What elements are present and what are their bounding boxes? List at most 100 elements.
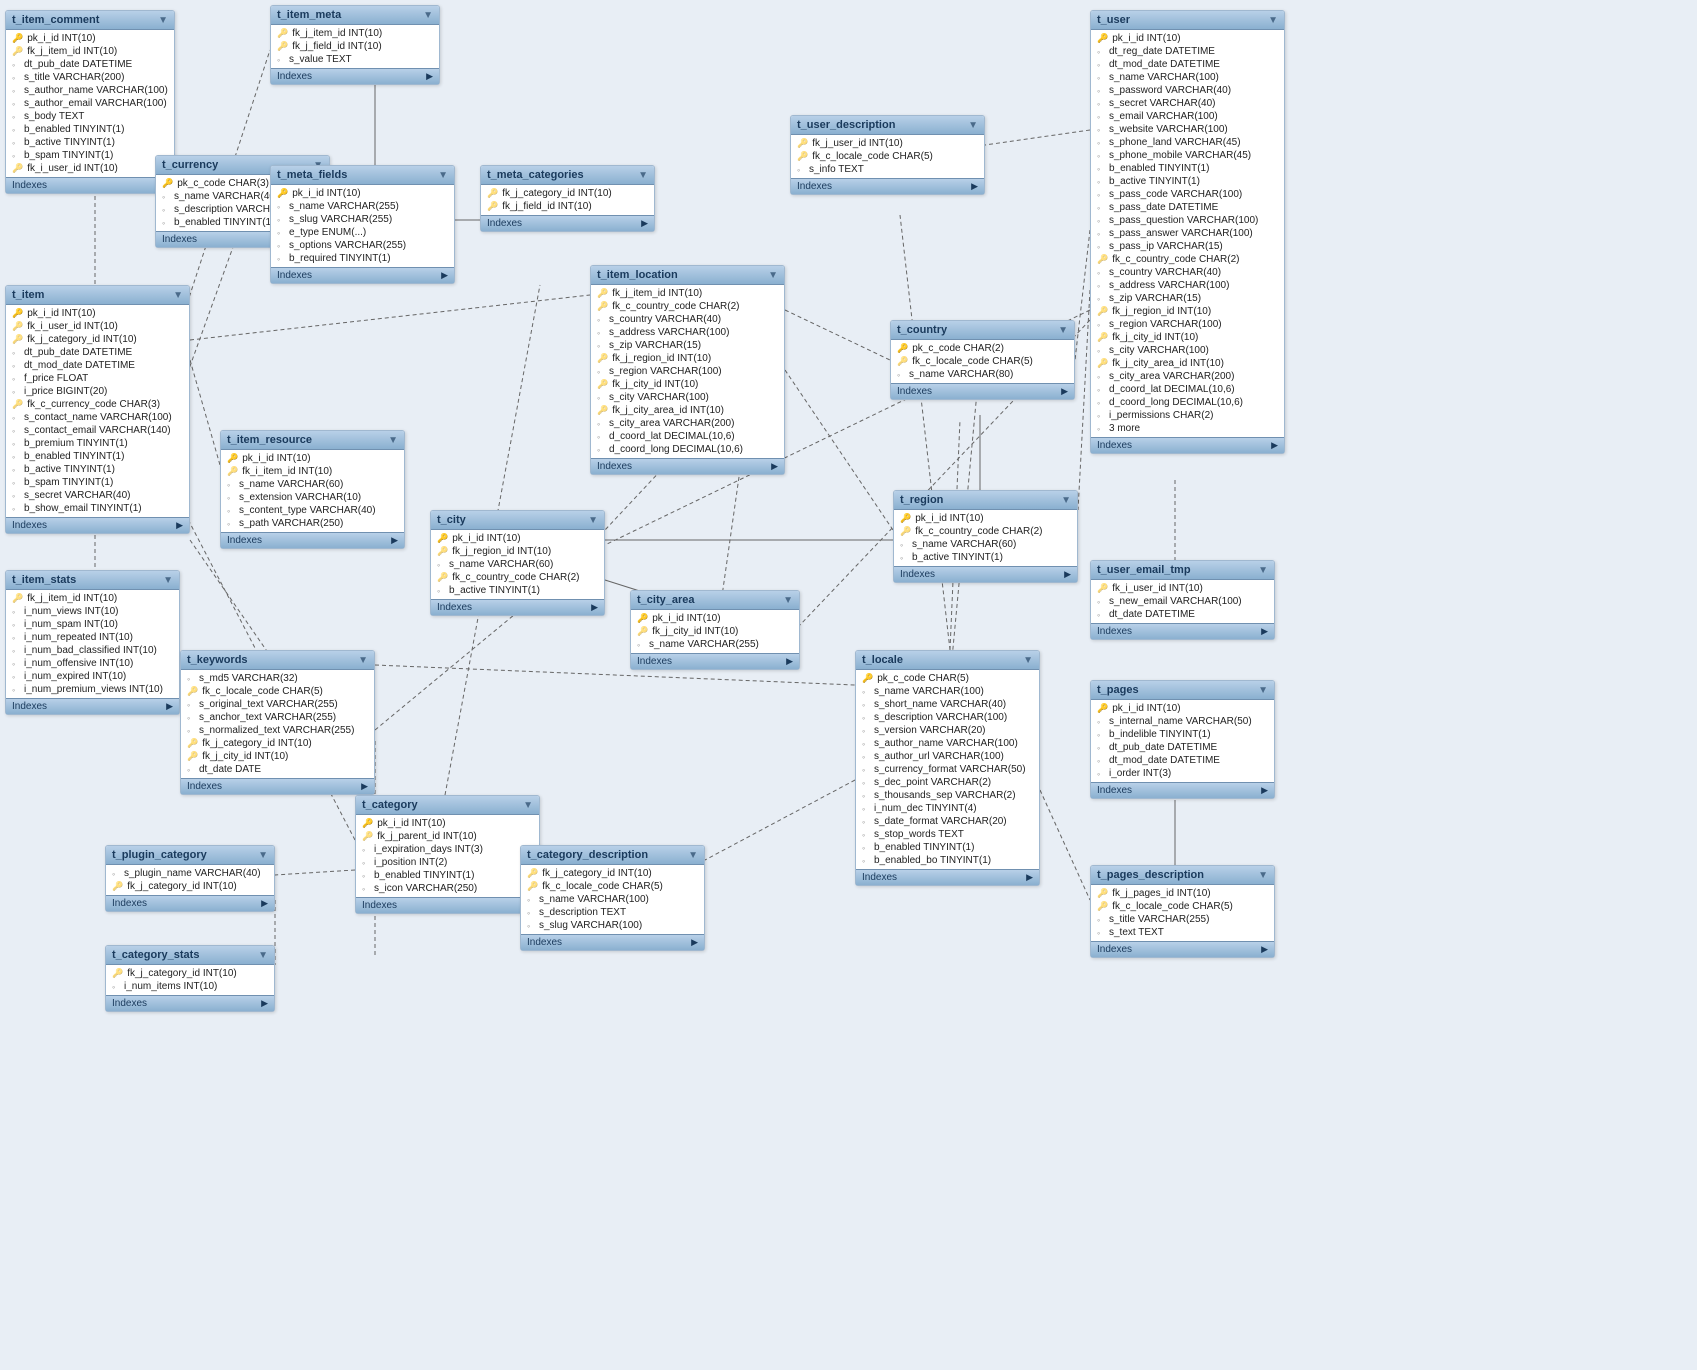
- footer-expand-icon[interactable]: ▶: [691, 937, 698, 948]
- table-footer-t_item_comment[interactable]: Indexes▶: [6, 177, 174, 193]
- footer-expand-icon[interactable]: ▶: [361, 781, 368, 792]
- field-key-icon: 🔑: [637, 626, 648, 637]
- table-footer-t_pages[interactable]: Indexes▶: [1091, 782, 1274, 798]
- footer-expand-icon[interactable]: ▶: [1271, 440, 1278, 451]
- indexes-label: Indexes: [12, 701, 47, 712]
- table-footer-t_pages_description[interactable]: Indexes▶: [1091, 941, 1274, 957]
- table-header-t_pages_description[interactable]: t_pages_description▼: [1091, 866, 1274, 885]
- table-footer-t_city_area[interactable]: Indexes▶: [631, 653, 799, 669]
- filter-icon-t_item_comment[interactable]: ▼: [158, 15, 168, 26]
- table-footer-t_city[interactable]: Indexes▶: [431, 599, 604, 615]
- table-header-t_category_description[interactable]: t_category_description▼: [521, 846, 704, 865]
- table-header-t_item_stats[interactable]: t_item_stats▼: [6, 571, 179, 590]
- table-header-t_category[interactable]: t_category▼: [356, 796, 539, 815]
- table-footer-t_meta_fields[interactable]: Indexes▶: [271, 267, 454, 283]
- footer-expand-icon[interactable]: ▶: [771, 461, 778, 472]
- table-header-t_user_description[interactable]: t_user_description▼: [791, 116, 984, 135]
- filter-icon-t_pages_description[interactable]: ▼: [1258, 870, 1268, 881]
- table-footer-t_user_description[interactable]: Indexes▶: [791, 178, 984, 194]
- footer-expand-icon[interactable]: ▶: [786, 656, 793, 667]
- table-header-t_item_comment[interactable]: t_item_comment▼: [6, 11, 174, 30]
- footer-expand-icon[interactable]: ▶: [391, 535, 398, 546]
- filter-icon-t_item_resource[interactable]: ▼: [388, 435, 398, 446]
- table-footer-t_item_meta[interactable]: Indexes▶: [271, 68, 439, 84]
- table-header-t_city[interactable]: t_city▼: [431, 511, 604, 530]
- table-footer-t_category[interactable]: Indexes▶: [356, 897, 539, 913]
- field-key-icon: 🔑: [900, 513, 911, 524]
- table-header-t_meta_categories[interactable]: t_meta_categories▼: [481, 166, 654, 185]
- footer-expand-icon[interactable]: ▶: [166, 701, 173, 712]
- footer-expand-icon[interactable]: ▶: [1261, 785, 1268, 796]
- field-key-icon: ◦: [227, 480, 235, 490]
- filter-icon-t_keywords[interactable]: ▼: [358, 655, 368, 666]
- table-header-t_item_location[interactable]: t_item_location▼: [591, 266, 784, 285]
- table-header-t_country[interactable]: t_country▼: [891, 321, 1074, 340]
- table-header-t_item_meta[interactable]: t_item_meta▼: [271, 6, 439, 25]
- table-footer-t_user_email_tmp[interactable]: Indexes▶: [1091, 623, 1274, 639]
- table-header-t_pages[interactable]: t_pages▼: [1091, 681, 1274, 700]
- footer-expand-icon[interactable]: ▶: [1261, 944, 1268, 955]
- field-name: s_author_url VARCHAR(100): [874, 751, 1004, 762]
- filter-icon-t_item_location[interactable]: ▼: [768, 270, 778, 281]
- footer-expand-icon[interactable]: ▶: [1064, 569, 1071, 580]
- filter-icon-t_country[interactable]: ▼: [1058, 325, 1068, 336]
- footer-expand-icon[interactable]: ▶: [591, 602, 598, 613]
- field-key-icon: ◦: [1097, 424, 1105, 434]
- table-footer-t_locale[interactable]: Indexes▶: [856, 869, 1039, 885]
- filter-icon-t_city[interactable]: ▼: [588, 515, 598, 526]
- table-header-t_user[interactable]: t_user▼: [1091, 11, 1284, 30]
- table-header-t_region[interactable]: t_region▼: [894, 491, 1077, 510]
- filter-icon-t_category_description[interactable]: ▼: [688, 850, 698, 861]
- table-field: 🔑fk_j_city_area_id INT(10): [591, 404, 784, 417]
- table-footer-t_user[interactable]: Indexes▶: [1091, 437, 1284, 453]
- table-header-t_user_email_tmp[interactable]: t_user_email_tmp▼: [1091, 561, 1274, 580]
- footer-expand-icon[interactable]: ▶: [261, 898, 268, 909]
- table-header-t_item[interactable]: t_item▼: [6, 286, 189, 305]
- field-key-icon: ◦: [527, 921, 535, 931]
- table-header-t_city_area[interactable]: t_city_area▼: [631, 591, 799, 610]
- footer-expand-icon[interactable]: ▶: [1061, 386, 1068, 397]
- filter-icon-t_category[interactable]: ▼: [523, 800, 533, 811]
- footer-expand-icon[interactable]: ▶: [176, 520, 183, 531]
- filter-icon-t_locale[interactable]: ▼: [1023, 655, 1033, 666]
- filter-icon-t_region[interactable]: ▼: [1061, 495, 1071, 506]
- table-header-t_plugin_category[interactable]: t_plugin_category▼: [106, 846, 274, 865]
- footer-expand-icon[interactable]: ▶: [971, 181, 978, 192]
- filter-icon-t_user_description[interactable]: ▼: [968, 120, 978, 131]
- filter-icon-t_meta_categories[interactable]: ▼: [638, 170, 648, 181]
- field-name: s_path VARCHAR(250): [239, 518, 343, 529]
- table-footer-t_item[interactable]: Indexes▶: [6, 517, 189, 533]
- footer-expand-icon[interactable]: ▶: [441, 270, 448, 281]
- footer-expand-icon[interactable]: ▶: [261, 998, 268, 1009]
- table-header-t_category_stats[interactable]: t_category_stats▼: [106, 946, 274, 965]
- footer-expand-icon[interactable]: ▶: [641, 218, 648, 229]
- table-header-t_keywords[interactable]: t_keywords▼: [181, 651, 374, 670]
- table-footer-t_category_stats[interactable]: Indexes▶: [106, 995, 274, 1011]
- table-footer-t_keywords[interactable]: Indexes▶: [181, 778, 374, 794]
- table-footer-t_item_stats[interactable]: Indexes ▶: [6, 698, 179, 714]
- filter-icon-t_category_stats[interactable]: ▼: [258, 950, 268, 961]
- filter-icon-t_item[interactable]: ▼: [173, 290, 183, 301]
- table-header-t_locale[interactable]: t_locale▼: [856, 651, 1039, 670]
- filter-icon-t_city_area[interactable]: ▼: [783, 595, 793, 606]
- filter-icon-t_meta_fields[interactable]: ▼: [438, 170, 448, 181]
- filter-icon-t_user_email_tmp[interactable]: ▼: [1258, 565, 1268, 576]
- table-footer-t_meta_categories[interactable]: Indexes▶: [481, 215, 654, 231]
- table-header-t_item_resource[interactable]: t_item_resource▼: [221, 431, 404, 450]
- table-header-t_meta_fields[interactable]: t_meta_fields▼: [271, 166, 454, 185]
- footer-expand-icon[interactable]: ▶: [1261, 626, 1268, 637]
- table-footer-t_category_description[interactable]: Indexes▶: [521, 934, 704, 950]
- footer-expand-icon[interactable]: ▶: [1026, 872, 1033, 883]
- filter-icon-t_item_stats[interactable]: ▼: [163, 575, 173, 586]
- filter-icon-t_pages[interactable]: ▼: [1258, 685, 1268, 696]
- footer-expand-icon[interactable]: ▶: [426, 71, 433, 82]
- table-footer-t_region[interactable]: Indexes▶: [894, 566, 1077, 582]
- table-footer-t_country[interactable]: Indexes▶: [891, 383, 1074, 399]
- table-footer-t_item_location[interactable]: Indexes▶: [591, 458, 784, 474]
- filter-icon-t_user[interactable]: ▼: [1268, 15, 1278, 26]
- table-footer-t_plugin_category[interactable]: Indexes▶: [106, 895, 274, 911]
- table-body-t_keywords: ◦s_md5 VARCHAR(32)🔑fk_c_locale_code CHAR…: [181, 670, 374, 778]
- filter-icon-t_plugin_category[interactable]: ▼: [258, 850, 268, 861]
- table-footer-t_item_resource[interactable]: Indexes▶: [221, 532, 404, 548]
- filter-icon-t_item_meta[interactable]: ▼: [423, 10, 433, 21]
